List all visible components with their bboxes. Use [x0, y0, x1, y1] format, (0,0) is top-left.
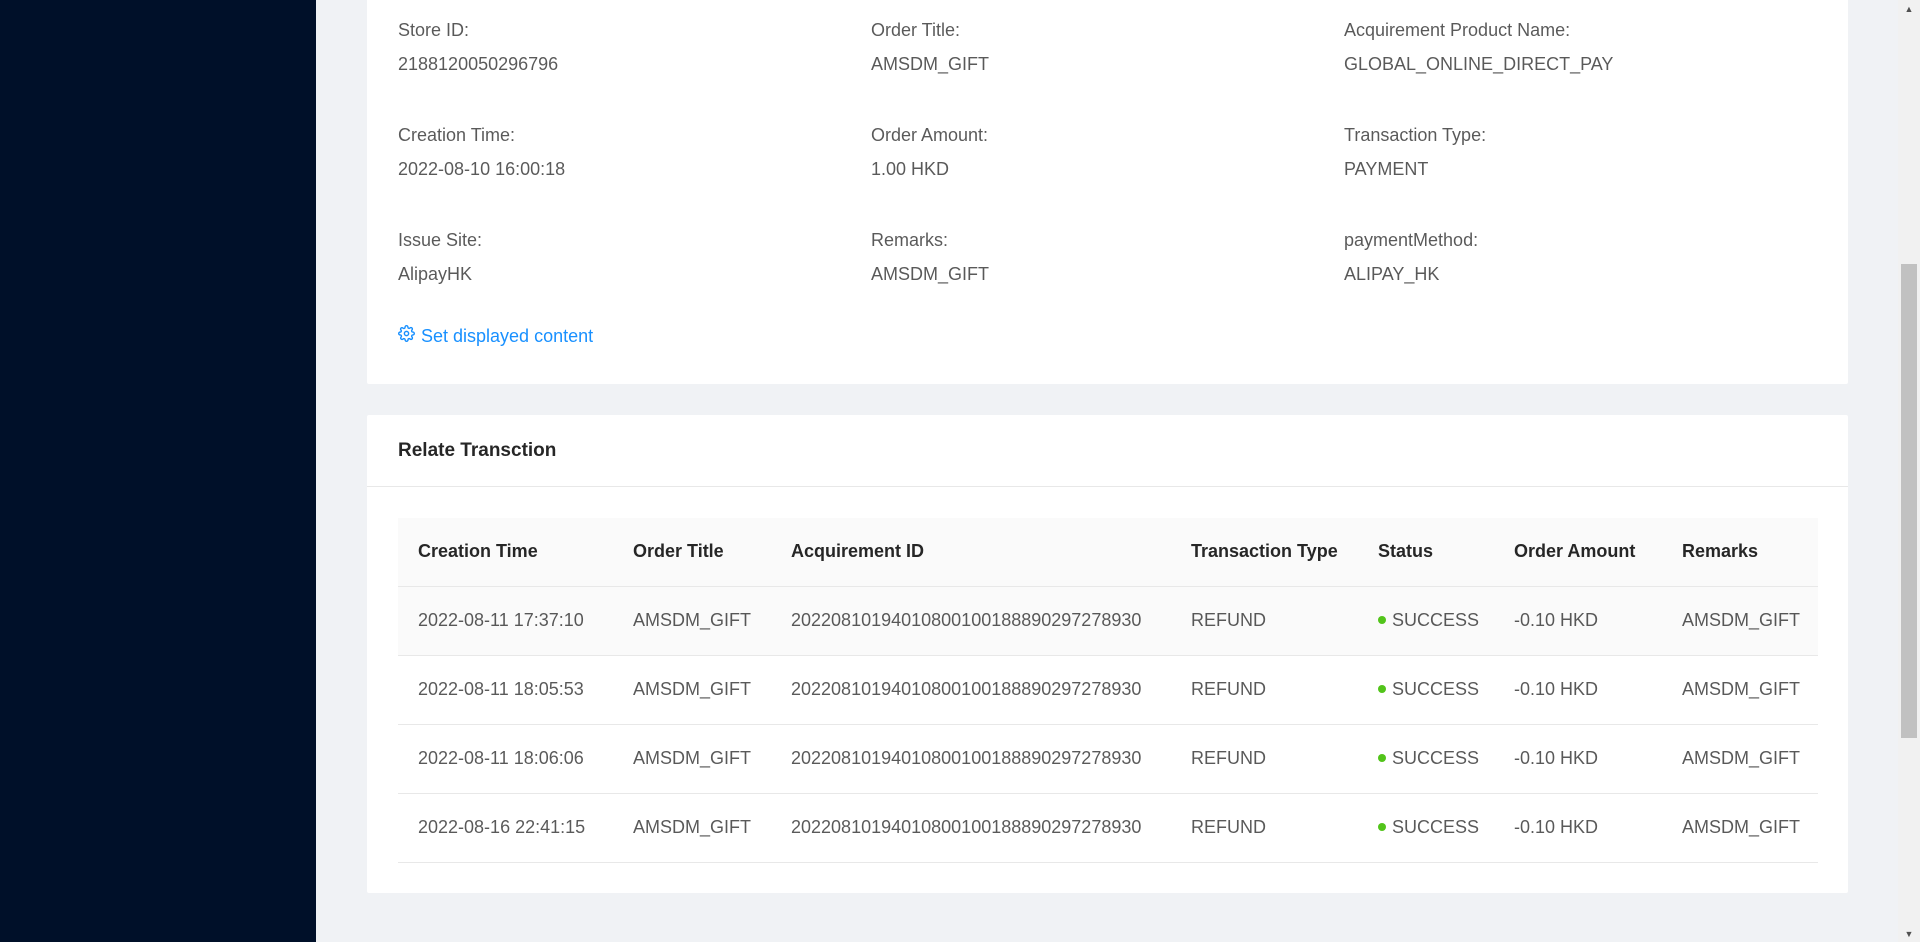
cell-remarks: AMSDM_GIFT [1662, 724, 1818, 794]
detail-payment-method: paymentMethod: ALIPAY_HK [1344, 229, 1784, 285]
detail-value: 1.00 HKD [871, 159, 950, 179]
detail-creation-time: Creation Time: 2022-08-10 16:00:18 [398, 124, 838, 180]
cell-order-title: AMSDM_GIFT [613, 793, 771, 863]
column-header-order-amount[interactable]: Order Amount [1494, 518, 1662, 587]
vertical-scrollbar[interactable]: ▲ ▼ [1898, 0, 1920, 942]
scroll-up-arrow-icon[interactable]: ▲ [1898, 0, 1920, 17]
detail-acquirement-product-name: Acquirement Product Name: GLOBAL_ONLINE_… [1344, 19, 1784, 75]
column-header-creation-time[interactable]: Creation Time [398, 518, 613, 587]
cell-order-amount: -0.10 HKD [1494, 655, 1662, 725]
status-text: SUCCESS [1392, 610, 1480, 630]
detail-label: Order Amount: [871, 125, 989, 145]
detail-value: PAYMENT [1344, 159, 1429, 179]
detail-label: Store ID: [398, 20, 470, 40]
status-dot-icon [1378, 823, 1386, 832]
column-header-status[interactable]: Status [1358, 518, 1494, 587]
cell-status: SUCCESS [1358, 793, 1494, 863]
relate-transaction-title: Relate Transction [398, 439, 557, 461]
detail-label: Creation Time: [398, 125, 516, 145]
table-row[interactable]: 2022-08-16 22:41:15 AMSDM_GIFT 202208101… [398, 793, 1818, 863]
cell-remarks: AMSDM_GIFT [1662, 793, 1818, 863]
cell-remarks: AMSDM_GIFT [1662, 586, 1818, 656]
cell-acquirement-id: 20220810194010800100188890297278930 [771, 793, 1171, 863]
status-text: SUCCESS [1392, 748, 1480, 768]
detail-value: GLOBAL_ONLINE_DIRECT_PAY [1344, 54, 1614, 74]
status-dot-icon [1378, 754, 1386, 763]
cell-acquirement-id: 20220810194010800100188890297278930 [771, 586, 1171, 656]
scroll-thumb[interactable] [1901, 264, 1917, 738]
detail-value: 2188120050296796 [398, 54, 559, 74]
detail-label: Acquirement Product Name: [1344, 20, 1571, 40]
cell-order-amount: -0.10 HKD [1494, 586, 1662, 656]
detail-value: AMSDM_GIFT [871, 264, 990, 284]
cell-remarks: AMSDM_GIFT [1662, 655, 1818, 725]
cell-order-amount: -0.10 HKD [1494, 724, 1662, 794]
table-row[interactable]: 2022-08-11 18:05:53 AMSDM_GIFT 202208101… [398, 655, 1818, 725]
detail-value: AMSDM_GIFT [871, 54, 990, 74]
detail-label: Issue Site: [398, 230, 483, 250]
cell-status: SUCCESS [1358, 724, 1494, 794]
cell-creation-time: 2022-08-11 18:05:53 [398, 655, 613, 725]
table-row[interactable]: 2022-08-11 18:06:06 AMSDM_GIFT 202208101… [398, 724, 1818, 794]
cell-order-title: AMSDM_GIFT [613, 655, 771, 725]
order-detail-card: Store ID: 2188120050296796 Order Title: … [367, 0, 1848, 384]
status-text: SUCCESS [1392, 679, 1480, 699]
cell-status: SUCCESS [1358, 586, 1494, 656]
column-header-transaction-type[interactable]: Transaction Type [1171, 518, 1358, 587]
status-dot-icon [1378, 616, 1386, 625]
detail-label: paymentMethod: [1344, 230, 1479, 250]
detail-label: Remarks: [871, 230, 949, 250]
table-row[interactable]: 2022-08-11 17:37:10 AMSDM_GIFT 202208101… [398, 586, 1818, 656]
cell-transaction-type: REFUND [1171, 724, 1358, 794]
gear-icon [398, 325, 415, 347]
status-text: SUCCESS [1392, 817, 1480, 837]
set-displayed-content-label: Set displayed content [421, 325, 594, 346]
cell-transaction-type: REFUND [1171, 793, 1358, 863]
cell-status: SUCCESS [1358, 655, 1494, 725]
detail-value: 2022-08-10 16:00:18 [398, 159, 566, 179]
detail-transaction-type: Transaction Type: PAYMENT [1344, 124, 1784, 180]
scroll-down-arrow-icon[interactable]: ▼ [1898, 925, 1920, 942]
main-content: Store ID: 2188120050296796 Order Title: … [316, 0, 1898, 942]
detail-value: ALIPAY_HK [1344, 264, 1440, 284]
cell-order-title: AMSDM_GIFT [613, 586, 771, 656]
relate-transaction-header: Relate Transction [367, 415, 1848, 487]
column-header-remarks[interactable]: Remarks [1662, 518, 1818, 587]
detail-issue-site: Issue Site: AlipayHK [398, 229, 838, 285]
detail-remarks: Remarks: AMSDM_GIFT [871, 229, 1311, 285]
relate-transaction-card: Relate Transction Creation Time Order Ti… [367, 415, 1848, 893]
cell-creation-time: 2022-08-16 22:41:15 [398, 793, 613, 863]
cell-order-title: AMSDM_GIFT [613, 724, 771, 794]
detail-label: Transaction Type: [1344, 125, 1487, 145]
cell-transaction-type: REFUND [1171, 655, 1358, 725]
detail-value: AlipayHK [398, 264, 473, 284]
detail-order-title: Order Title: AMSDM_GIFT [871, 19, 1311, 75]
detail-label: Order Title: [871, 20, 961, 40]
cell-acquirement-id: 20220810194010800100188890297278930 [771, 724, 1171, 794]
set-displayed-content-link[interactable]: Set displayed content [398, 325, 593, 347]
cell-order-amount: -0.10 HKD [1494, 793, 1662, 863]
column-header-order-title[interactable]: Order Title [613, 518, 771, 587]
detail-order-amount: Order Amount: 1.00 HKD [871, 124, 1311, 180]
sidebar [0, 0, 316, 942]
cell-creation-time: 2022-08-11 18:06:06 [398, 724, 613, 794]
column-header-acquirement-id[interactable]: Acquirement ID [771, 518, 1171, 587]
table-header-row: Creation Time Order Title Acquirement ID… [398, 518, 1818, 587]
cell-transaction-type: REFUND [1171, 586, 1358, 656]
cell-acquirement-id: 20220810194010800100188890297278930 [771, 655, 1171, 725]
detail-store-id: Store ID: 2188120050296796 [398, 19, 838, 75]
cell-creation-time: 2022-08-11 17:37:10 [398, 586, 613, 656]
status-dot-icon [1378, 685, 1386, 694]
relate-transaction-table: Creation Time Order Title Acquirement ID… [398, 518, 1818, 863]
